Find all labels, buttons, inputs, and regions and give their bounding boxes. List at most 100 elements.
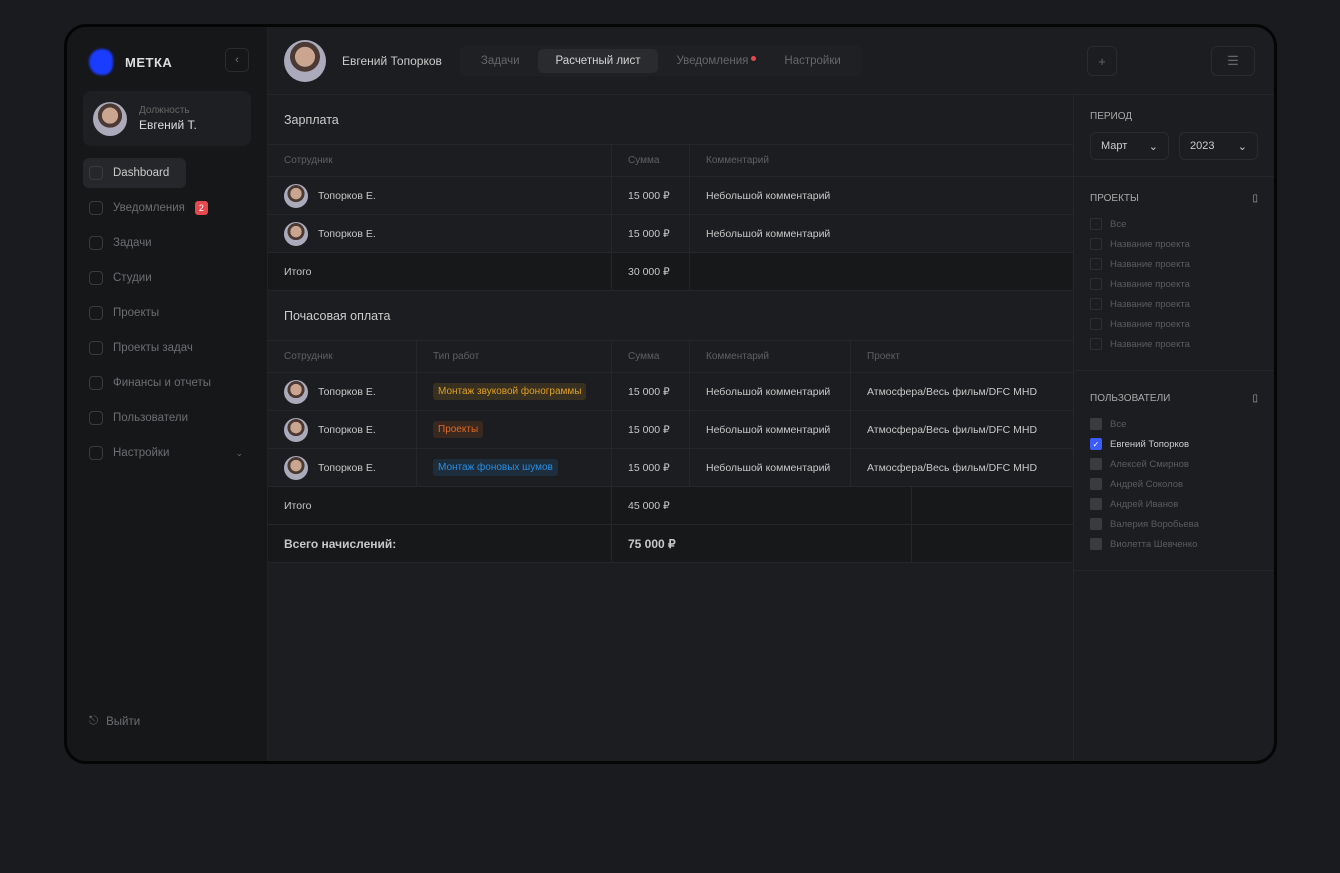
employee-name[interactable]: Топорков Е. <box>318 462 376 474</box>
table-row: Всего начислений: 75 000 ₽ <box>268 525 1073 563</box>
cell-text: Небольшой комментарий <box>706 227 831 240</box>
user-checkbox[interactable]: Андрей Иванов <box>1090 494 1258 514</box>
sidebar-item[interactable]: Задачи <box>83 228 253 258</box>
table-cell: Всего начислений: <box>268 525 612 562</box>
sidebar-item-label: Проекты задач <box>113 342 193 354</box>
nav-icon <box>89 201 103 215</box>
collapse-sidebar-button[interactable]: ‹ <box>225 48 249 72</box>
logo-icon <box>89 49 113 75</box>
project-checkbox[interactable]: Название проекта <box>1090 294 1258 314</box>
tab-label: Задачи <box>480 54 520 67</box>
sidebar-item[interactable]: Пользователи <box>83 403 253 433</box>
profile-card[interactable]: Должность Евгений Т. <box>83 91 251 146</box>
nav-icon <box>89 166 103 180</box>
table-cell <box>912 487 1073 524</box>
year-select[interactable]: 2023 ⌄ <box>1179 132 1258 160</box>
project-checkbox[interactable]: Название проекта <box>1090 234 1258 254</box>
table-header: Сотрудник Тип работ Сумма Комментарий Проект <box>268 341 1073 373</box>
checkbox[interactable] <box>1090 238 1102 250</box>
table-cell: Комментарий <box>690 145 1073 176</box>
table-cell: Атмосфера/Весь фильм/DFC MHD <box>851 373 1073 410</box>
checkbox[interactable] <box>1090 318 1102 330</box>
cell-text: Небольшой комментарий <box>706 189 831 202</box>
month-value: Март <box>1101 140 1128 152</box>
sidebar-item-label: Финансы и отчеты <box>113 377 212 389</box>
user-checkbox[interactable]: Андрей Соколов <box>1090 474 1258 494</box>
cell-text: Небольшой комментарий <box>706 461 831 474</box>
checkbox[interactable] <box>1090 278 1102 290</box>
checkbox[interactable] <box>1090 298 1102 310</box>
sidebar-item[interactable]: Проекты <box>83 298 253 328</box>
checkbox[interactable] <box>1090 478 1102 490</box>
project-checkbox[interactable]: Все <box>1090 214 1258 234</box>
logo[interactable]: МЕТКА <box>89 49 172 75</box>
employee-name[interactable]: Топорков Е. <box>318 424 376 436</box>
table-cell: Небольшой комментарий <box>690 449 851 486</box>
checkbox-label: Андрей Иванов <box>1110 498 1179 510</box>
tab[interactable]: Уведомления <box>658 49 766 73</box>
checkbox[interactable] <box>1090 338 1102 350</box>
chevron-down-icon: ⌄ <box>1237 140 1247 153</box>
employee-name[interactable]: Топорков Е. <box>318 190 376 202</box>
sidebar-item[interactable]: Уведомления 2 <box>83 193 253 223</box>
checkbox-label: Название проекта <box>1110 238 1190 250</box>
sidebar: МЕТКА ‹ Должность Евгений Т. Dashboard Уве… <box>67 27 268 761</box>
checkbox[interactable] <box>1090 258 1102 270</box>
table-cell: 15 000 ₽ <box>612 411 690 448</box>
tab[interactable]: Расчетный лист <box>537 48 659 73</box>
avatar <box>284 183 308 208</box>
table-cell: Топорков Е. <box>268 411 417 448</box>
checkbox[interactable] <box>1090 218 1102 230</box>
project-checkbox[interactable]: Название проекта <box>1090 274 1258 294</box>
employee-name[interactable]: Топорков Е. <box>318 386 376 398</box>
sidebar-item-label: Проекты <box>113 307 160 319</box>
checkbox[interactable]: ✓ <box>1090 438 1102 450</box>
cell-text: Комментарий <box>706 351 769 362</box>
cell-text: 15 000 ₽ <box>628 461 670 474</box>
checkbox[interactable] <box>1090 498 1102 510</box>
logout-icon: ⎋ <box>89 715 99 727</box>
tab[interactable]: Настройки <box>766 49 858 73</box>
profile-role: Должность <box>139 105 190 116</box>
project-checkbox[interactable]: Название проекта <box>1090 254 1258 274</box>
table-cell: Сумма <box>612 341 690 372</box>
sidebar-item[interactable]: Студии <box>83 263 253 293</box>
sidebar-item[interactable]: Финансы и отчеты <box>83 368 253 398</box>
checkbox[interactable] <box>1090 458 1102 470</box>
user-checkbox[interactable]: Все <box>1090 414 1258 434</box>
cell-text: Сотрудник <box>284 351 333 362</box>
filter-button[interactable]: ☰ <box>1211 46 1255 76</box>
nav-icon <box>89 341 103 355</box>
reset-icon[interactable]: ▯ <box>1252 393 1258 404</box>
checkbox[interactable] <box>1090 518 1102 530</box>
sidebar-item[interactable]: Настройки ⌄ <box>83 438 253 468</box>
sidebar-item[interactable]: Проекты задач <box>83 333 253 363</box>
table-cell: Небольшой комментарий <box>690 215 1073 252</box>
sidebar-item-label: Пользователи <box>113 412 189 424</box>
table-cell: Топорков Е. <box>268 373 417 410</box>
project-checkbox[interactable]: Название проекта <box>1090 314 1258 334</box>
salary-title: Зарплата <box>268 95 1073 145</box>
projects-filter: Проекты ▯ Все Название проекта Название про… <box>1074 177 1274 371</box>
checkbox-label: Все <box>1110 418 1127 430</box>
month-select[interactable]: Март ⌄ <box>1090 132 1169 160</box>
salary-table: Сотрудник Сумма Комментарий Топорков Е. 15 0… <box>268 145 1073 291</box>
add-button[interactable]: + <box>1087 46 1117 76</box>
employee-name[interactable]: Топорков Е. <box>318 228 376 240</box>
project-checkbox[interactable]: Название проекта <box>1090 334 1258 354</box>
table-cell: Небольшой комментарий <box>690 373 851 410</box>
sidebar-item[interactable]: Dashboard <box>83 158 186 188</box>
table-cell: Тип работ <box>417 341 612 372</box>
table-cell: Комментарий <box>690 341 851 372</box>
user-checkbox[interactable]: ✓ Евгений Топорков <box>1090 434 1258 454</box>
tab[interactable]: Задачи <box>463 49 538 73</box>
user-checkbox[interactable]: Виолетта Шевченко <box>1090 534 1258 554</box>
checkbox[interactable] <box>1090 538 1102 550</box>
table-cell: Атмосфера/Весь фильм/DFC MHD <box>851 449 1073 486</box>
logout-button[interactable]: ⎋ Выйти <box>89 715 140 728</box>
reset-icon[interactable]: ▯ <box>1252 193 1258 204</box>
table-row: Топорков Е. 15 000 ₽ Небольшой комментарий <box>268 177 1073 215</box>
user-checkbox[interactable]: Алексей Смирнов <box>1090 454 1258 474</box>
user-checkbox[interactable]: Валерия Воробьева <box>1090 514 1258 534</box>
checkbox[interactable] <box>1090 418 1102 430</box>
